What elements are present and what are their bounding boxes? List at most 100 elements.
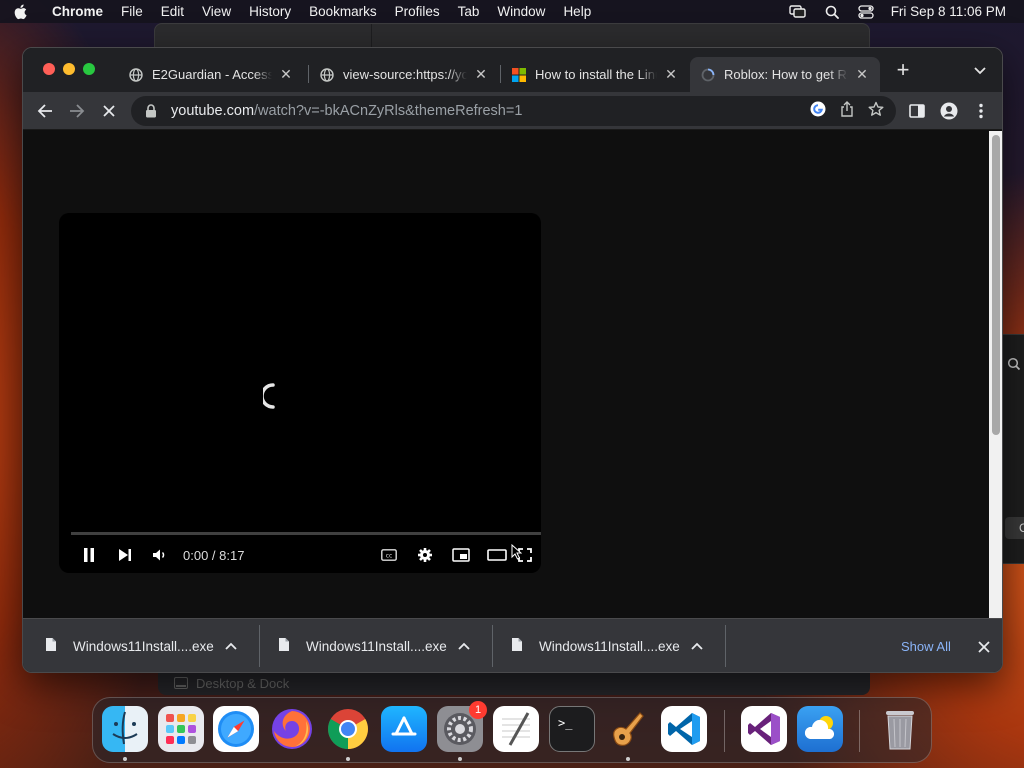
- loading-spinner-icon: [263, 383, 275, 409]
- chevron-up-icon[interactable]: [223, 642, 239, 650]
- search-icon: [1007, 357, 1021, 376]
- settings-gear-icon[interactable]: [415, 545, 435, 565]
- menu-edit[interactable]: Edit: [152, 0, 193, 23]
- menu-file[interactable]: File: [112, 0, 152, 23]
- lock-icon[interactable]: [145, 104, 161, 118]
- download-filename: Windows11Install....exe: [539, 638, 680, 654]
- background-window-bottom[interactable]: Desktop & Dock: [158, 671, 870, 695]
- firefox-icon[interactable]: [269, 706, 315, 752]
- menu-bar: Chrome File Edit View History Bookmarks …: [0, 0, 1024, 23]
- pause-icon[interactable]: [79, 545, 99, 565]
- menu-view[interactable]: View: [193, 0, 240, 23]
- terminal-icon[interactable]: >_: [549, 706, 595, 752]
- profile-avatar-icon[interactable]: [939, 101, 959, 121]
- menu-profiles[interactable]: Profiles: [386, 0, 449, 23]
- svg-text:>_: >_: [558, 716, 573, 730]
- vscode-icon[interactable]: [661, 706, 707, 752]
- globe-icon: [128, 67, 144, 83]
- youtube-page: 0:00 / 8:17 cc: [23, 131, 989, 618]
- video-player[interactable]: 0:00 / 8:17 cc: [59, 213, 541, 573]
- tab-view-source[interactable]: view-source:https://youtube.com ✕: [309, 57, 499, 92]
- chrome-icon[interactable]: [325, 706, 371, 752]
- background-button[interactable]: C: [1005, 517, 1024, 539]
- volume-icon[interactable]: [150, 545, 170, 565]
- tab-roblox-active[interactable]: Roblox: How to get Robux ✕: [690, 57, 880, 92]
- close-window-button[interactable]: [43, 63, 55, 75]
- background-window[interactable]: [154, 23, 870, 50]
- downloads-bar: Windows11Install....exe Windows11Install…: [23, 618, 1002, 672]
- next-video-icon[interactable]: [115, 545, 135, 565]
- menubar-clock[interactable]: Fri Sep 8 11:06 PM: [883, 4, 1024, 19]
- google-lens-icon[interactable]: [810, 101, 826, 121]
- garageband-icon[interactable]: [605, 706, 651, 752]
- launchpad-icon[interactable]: [158, 706, 204, 752]
- mouse-cursor-icon: [511, 544, 522, 560]
- tab-strip: E2Guardian - Access Denied ✕ view-source…: [23, 48, 1002, 92]
- menu-history[interactable]: History: [240, 0, 300, 23]
- download-item[interactable]: Windows11Install....exe: [23, 625, 255, 667]
- tab-title: E2Guardian - Access Denied: [152, 67, 272, 82]
- close-tab-icon[interactable]: ✕: [278, 66, 294, 83]
- url-host: youtube.com: [171, 103, 255, 119]
- chevron-up-icon[interactable]: [456, 642, 472, 650]
- show-all-downloads-link[interactable]: Show All: [901, 639, 951, 654]
- menu-app-name[interactable]: Chrome: [40, 0, 112, 23]
- download-item[interactable]: Windows11Install....exe: [256, 625, 488, 667]
- chrome-window: E2Guardian - Access Denied ✕ view-source…: [22, 47, 1003, 673]
- stop-loading-icon[interactable]: [99, 101, 119, 121]
- address-bar[interactable]: youtube.com/watch?v=-bkACnZyRls&themeRef…: [131, 96, 896, 126]
- new-tab-button[interactable]: +: [893, 59, 913, 81]
- screen-mirroring-icon[interactable]: [781, 4, 815, 19]
- control-center-icon[interactable]: [849, 4, 883, 19]
- close-downloads-bar-icon[interactable]: [976, 639, 992, 655]
- tab-search-chevron-icon[interactable]: [973, 63, 989, 79]
- bookmark-star-icon[interactable]: [868, 101, 884, 121]
- page-scrollbar-thumb[interactable]: [992, 135, 1000, 435]
- menu-help[interactable]: Help: [554, 0, 600, 23]
- apple-menu-icon[interactable]: [0, 4, 40, 20]
- trash-icon[interactable]: [877, 706, 923, 752]
- miniplayer-icon[interactable]: [451, 545, 471, 565]
- zoom-window-button[interactable]: [83, 63, 95, 75]
- side-panel-icon[interactable]: [907, 101, 927, 121]
- tab-install-linux[interactable]: How to install the Linux ✕: [501, 57, 689, 92]
- safari-icon[interactable]: [213, 706, 259, 752]
- download-item[interactable]: Windows11Install....exe: [489, 625, 721, 667]
- menu-bookmarks[interactable]: Bookmarks: [300, 0, 386, 23]
- close-tab-icon[interactable]: ✕: [854, 66, 870, 83]
- dock: >_: [92, 697, 932, 763]
- theater-mode-icon[interactable]: [487, 545, 507, 565]
- textedit-icon[interactable]: [493, 706, 539, 752]
- microsoft-icon: [511, 67, 527, 83]
- tab-title: Roblox: How to get Robux: [724, 67, 848, 82]
- video-progress-bar[interactable]: [71, 532, 541, 535]
- file-icon: [45, 637, 59, 655]
- app-store-icon[interactable]: [381, 706, 427, 752]
- weather-icon[interactable]: [797, 706, 843, 752]
- more-menu-icon[interactable]: [971, 101, 991, 121]
- window-controls: [43, 63, 95, 75]
- chevron-up-icon[interactable]: [689, 642, 705, 650]
- finder-icon[interactable]: [102, 706, 148, 752]
- video-time-display: 0:00 / 8:17: [183, 548, 245, 563]
- settings-notification-badge: 1: [469, 701, 487, 719]
- background-window-right[interactable]: C: [1002, 334, 1024, 564]
- minimize-window-button[interactable]: [63, 63, 75, 75]
- close-tab-icon[interactable]: ✕: [663, 66, 679, 83]
- forward-arrow-icon[interactable]: [67, 101, 87, 121]
- globe-icon: [319, 67, 335, 83]
- tab-e2guardian[interactable]: E2Guardian - Access Denied ✕: [118, 57, 304, 92]
- visual-studio-icon[interactable]: [741, 706, 787, 752]
- menu-tab[interactable]: Tab: [449, 0, 489, 23]
- back-arrow-icon[interactable]: [35, 101, 55, 121]
- url-path: /watch?v=-bkACnZyRls&themeRefresh=1: [254, 103, 523, 119]
- menu-window[interactable]: Window: [488, 0, 554, 23]
- spotlight-search-icon[interactable]: [815, 5, 849, 19]
- tab-title: view-source:https://youtube.com: [343, 67, 467, 82]
- file-icon: [278, 637, 292, 655]
- download-filename: Windows11Install....exe: [73, 638, 214, 654]
- desktop-dock-label: Desktop & Dock: [196, 675, 290, 691]
- share-icon[interactable]: [840, 101, 854, 121]
- captions-icon[interactable]: cc: [379, 545, 399, 565]
- close-tab-icon[interactable]: ✕: [473, 66, 489, 83]
